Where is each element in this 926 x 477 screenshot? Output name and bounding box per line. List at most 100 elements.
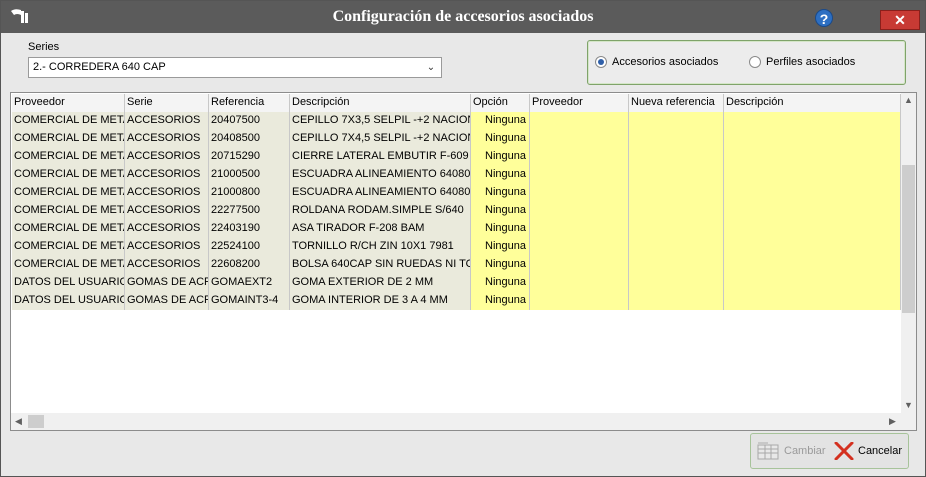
cambiar-button[interactable]: Cambiar (753, 436, 827, 466)
cell-serie[interactable]: ACCESORIOS (125, 184, 209, 202)
table-row[interactable]: COMERCIAL DE METALESACCESORIOS21000800ES… (12, 184, 901, 202)
vertical-scrollbar[interactable]: ▲ ▼ (901, 93, 916, 413)
cell-descripcion[interactable]: BOLSA 640CAP SIN RUEDAS NI TORNILLOS (290, 256, 471, 274)
cell-proveedor[interactable]: COMERCIAL DE METALES (12, 112, 125, 130)
cell-serie[interactable]: GOMAS DE ACRISTALAMIENTO (125, 274, 209, 292)
cell-proveedor[interactable]: COMERCIAL DE METALES (12, 202, 125, 220)
cell-proveedor[interactable]: COMERCIAL DE METALES (12, 184, 125, 202)
scroll-down-icon[interactable]: ▼ (901, 398, 916, 413)
cell-opcion[interactable]: Ninguna (471, 292, 530, 310)
cell-nueva-descripcion[interactable] (724, 130, 901, 148)
column-header-referencia[interactable]: Referencia (209, 94, 290, 112)
column-header-nueva-descripcion[interactable]: Descripción (724, 94, 901, 112)
cell-proveedor[interactable]: DATOS DEL USUARIO (12, 292, 125, 310)
column-header-opcion[interactable]: Opción (471, 94, 530, 112)
table-row[interactable]: DATOS DEL USUARIOGOMAS DE ACRISTALAMIENT… (12, 274, 901, 292)
cell-serie[interactable]: ACCESORIOS (125, 238, 209, 256)
cell-opcion[interactable]: Ninguna (471, 202, 530, 220)
cell-referencia[interactable]: 21000800 (209, 184, 290, 202)
cell-opcion[interactable]: Ninguna (471, 148, 530, 166)
cell-nueva-descripcion[interactable] (724, 292, 901, 310)
cell-nueva-descripcion[interactable] (724, 220, 901, 238)
cell-nuevo-proveedor[interactable] (530, 238, 629, 256)
cell-referencia[interactable]: 20407500 (209, 112, 290, 130)
cell-nueva-referencia[interactable] (629, 112, 724, 130)
table-row[interactable]: COMERCIAL DE METALESACCESORIOS21000500ES… (12, 166, 901, 184)
column-header-descripcion[interactable]: Descripción (290, 94, 471, 112)
column-header-serie[interactable]: Serie (125, 94, 209, 112)
cell-proveedor[interactable]: COMERCIAL DE METALES (12, 238, 125, 256)
cell-nueva-referencia[interactable] (629, 292, 724, 310)
cell-opcion[interactable]: Ninguna (471, 112, 530, 130)
horizontal-scrollbar[interactable]: ◀ ▶ (11, 413, 901, 430)
cell-referencia[interactable]: 20715290 (209, 148, 290, 166)
cell-nuevo-proveedor[interactable] (530, 184, 629, 202)
cell-serie[interactable]: ACCESORIOS (125, 256, 209, 274)
cell-serie[interactable]: ACCESORIOS (125, 130, 209, 148)
close-button[interactable]: ✕ (880, 10, 920, 30)
cell-proveedor[interactable]: COMERCIAL DE METALES (12, 130, 125, 148)
cell-opcion[interactable]: Ninguna (471, 256, 530, 274)
cell-descripcion[interactable]: TORNILLO R/CH ZIN 10X1 7981 (290, 238, 471, 256)
cell-serie[interactable]: ACCESORIOS (125, 148, 209, 166)
cell-nueva-referencia[interactable] (629, 148, 724, 166)
cell-nuevo-proveedor[interactable] (530, 166, 629, 184)
table-row[interactable]: DATOS DEL USUARIOGOMAS DE ACRISTALAMIENT… (12, 292, 901, 310)
cell-nueva-descripcion[interactable] (724, 256, 901, 274)
column-header-proveedor[interactable]: Proveedor (12, 94, 125, 112)
series-dropdown[interactable]: 2.- CORREDERA 640 CAP ⌄ (28, 57, 442, 78)
cell-referencia[interactable]: 22277500 (209, 202, 290, 220)
cell-referencia[interactable]: 21000500 (209, 166, 290, 184)
cell-nueva-referencia[interactable] (629, 274, 724, 292)
cell-nueva-descripcion[interactable] (724, 202, 901, 220)
cell-opcion[interactable]: Ninguna (471, 184, 530, 202)
cell-descripcion[interactable]: GOMA EXTERIOR DE 2 MM (290, 274, 471, 292)
cell-nueva-descripcion[interactable] (724, 166, 901, 184)
cell-nueva-referencia[interactable] (629, 130, 724, 148)
table-row[interactable]: COMERCIAL DE METALESACCESORIOS22608200BO… (12, 256, 901, 274)
cell-opcion[interactable]: Ninguna (471, 274, 530, 292)
cell-nueva-referencia[interactable] (629, 184, 724, 202)
cell-referencia[interactable]: 22608200 (209, 256, 290, 274)
scroll-up-icon[interactable]: ▲ (901, 93, 916, 108)
cell-opcion[interactable]: Ninguna (471, 238, 530, 256)
cell-serie[interactable]: ACCESORIOS (125, 202, 209, 220)
cell-descripcion[interactable]: ESCUADRA ALINEAMIENTO 640809 (290, 166, 471, 184)
cell-nuevo-proveedor[interactable] (530, 148, 629, 166)
help-icon[interactable]: ? (815, 9, 833, 27)
table-row[interactable]: COMERCIAL DE METALESACCESORIOS20408500CE… (12, 130, 901, 148)
cell-descripcion[interactable]: CEPILLO 7X4,5 SELPIL -+2 NACIONAL (290, 130, 471, 148)
cell-referencia[interactable]: 20408500 (209, 130, 290, 148)
title-bar[interactable]: Configuración de accesorios asociados ? … (1, 1, 925, 33)
column-header-nuevo-proveedor[interactable]: Proveedor (530, 94, 629, 112)
cell-nuevo-proveedor[interactable] (530, 256, 629, 274)
cell-nuevo-proveedor[interactable] (530, 220, 629, 238)
vertical-scroll-thumb[interactable] (902, 165, 915, 313)
cell-nueva-referencia[interactable] (629, 220, 724, 238)
cell-proveedor[interactable]: COMERCIAL DE METALES (12, 148, 125, 166)
cell-proveedor[interactable]: COMERCIAL DE METALES (12, 220, 125, 238)
cell-serie[interactable]: ACCESORIOS (125, 220, 209, 238)
table-row[interactable]: COMERCIAL DE METALESACCESORIOS22403190AS… (12, 220, 901, 238)
cell-proveedor[interactable]: COMERCIAL DE METALES (12, 166, 125, 184)
cell-nuevo-proveedor[interactable] (530, 292, 629, 310)
cell-serie[interactable]: ACCESORIOS (125, 166, 209, 184)
column-header-nueva-referencia[interactable]: Nueva referencia (629, 94, 724, 112)
cell-nueva-referencia[interactable] (629, 166, 724, 184)
cell-referencia[interactable]: 22403190 (209, 220, 290, 238)
cell-descripcion[interactable]: CIERRE LATERAL EMBUTIR F-609 (290, 148, 471, 166)
cell-opcion[interactable]: Ninguna (471, 220, 530, 238)
cell-nueva-descripcion[interactable] (724, 148, 901, 166)
cell-descripcion[interactable]: ESCUADRA ALINEAMIENTO 640805 (290, 184, 471, 202)
cell-descripcion[interactable]: GOMA INTERIOR DE 3 A 4 MM (290, 292, 471, 310)
cell-serie[interactable]: ACCESORIOS (125, 112, 209, 130)
cell-descripcion[interactable]: CEPILLO 7X3,5 SELPIL -+2 NACIONAL (290, 112, 471, 130)
scroll-right-icon[interactable]: ▶ (885, 414, 900, 429)
table-row[interactable]: COMERCIAL DE METALESACCESORIOS22277500RO… (12, 202, 901, 220)
cell-proveedor[interactable]: COMERCIAL DE METALES (12, 256, 125, 274)
cell-nuevo-proveedor[interactable] (530, 274, 629, 292)
cell-referencia[interactable]: GOMAINT3-4 (209, 292, 290, 310)
cell-referencia[interactable]: 22524100 (209, 238, 290, 256)
cell-nueva-referencia[interactable] (629, 202, 724, 220)
cell-nueva-descripcion[interactable] (724, 112, 901, 130)
